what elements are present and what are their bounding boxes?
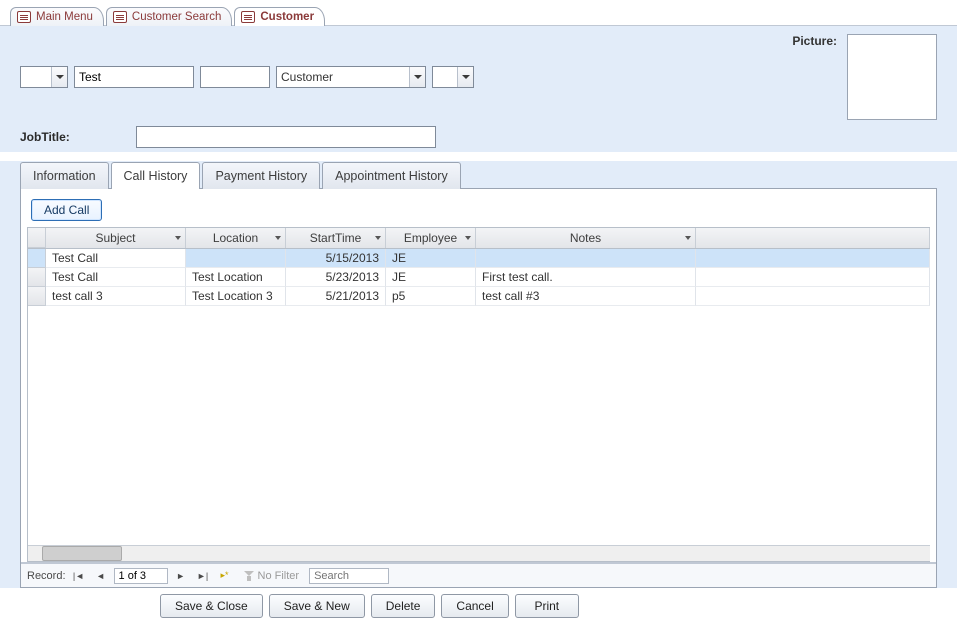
cell-employee[interactable]: p5 [386,287,476,306]
tab-main-menu[interactable]: Main Menu [10,7,104,26]
chevron-down-icon [409,67,425,87]
col-subject[interactable]: Subject [46,228,186,248]
tab-information[interactable]: Information [20,162,109,189]
col-location[interactable]: Location [186,228,286,248]
customer-form-header: Customer Picture: JobTitle: [0,26,957,153]
cell-starttime[interactable]: 5/23/2013 [286,268,386,287]
nav-prev-button[interactable]: ◄ [92,568,110,584]
col-starttime[interactable]: StartTime [286,228,386,248]
cell-subject[interactable]: Test Call [46,249,186,268]
tab-label: Customer [260,11,314,23]
chevron-down-icon [683,233,693,243]
scrollbar-thumb[interactable] [42,546,122,561]
jobtitle-field[interactable] [136,126,436,148]
col-employee[interactable]: Employee [386,228,476,248]
form-footer: Save & Close Save & New Delete Cancel Pr… [0,588,957,618]
record-label: Record: [27,570,66,582]
save-new-button[interactable]: Save & New [269,594,365,618]
form-icon [113,11,127,23]
add-call-button[interactable]: Add Call [31,199,102,221]
record-navigator: Record: |◄ ◄ ► ►| ▸* No Filter [21,563,936,587]
tab-label: Customer Search [132,11,221,23]
cell-location[interactable]: Test Location 3 [186,287,286,306]
tab-call-history[interactable]: Call History [111,162,201,189]
row-selector[interactable] [28,249,46,268]
cell-location[interactable] [186,249,286,268]
suffix-dropdown[interactable] [432,66,474,88]
calls-grid: Subject Location StartTime Employee Note… [27,227,930,562]
record-position-field[interactable] [114,568,168,584]
form-icon [17,11,31,23]
print-button[interactable]: Print [515,594,579,618]
chevron-down-icon [273,233,283,243]
detail-area: Information Call History Payment History… [0,161,957,588]
select-all-cell[interactable] [28,228,46,248]
cell-employee[interactable]: JE [386,249,476,268]
grid-body[interactable]: Test Call 5/15/2013 JE Test Call Test Lo… [28,249,930,545]
funnel-icon [244,571,254,581]
window-tabs: Main Menu Customer Search Customer [0,0,957,26]
cell-employee[interactable]: JE [386,268,476,287]
cell-location[interactable]: Test Location [186,268,286,287]
chevron-down-icon [51,67,67,87]
cell-starttime[interactable]: 5/15/2013 [286,249,386,268]
row-selector[interactable] [28,268,46,287]
call-history-panel: Add Call Subject Location StartTime Empl… [20,188,937,588]
record-search-field[interactable] [309,568,389,584]
cancel-button[interactable]: Cancel [441,594,508,618]
chevron-down-icon [173,233,183,243]
title-prefix-dropdown[interactable] [20,66,68,88]
cell-starttime[interactable]: 5/21/2013 [286,287,386,306]
save-close-button[interactable]: Save & Close [160,594,263,618]
table-row[interactable]: Test Call Test Location 5/23/2013 JE Fir… [28,268,930,287]
tab-customer[interactable]: Customer [234,7,325,26]
tab-payment-history[interactable]: Payment History [202,162,320,189]
col-notes[interactable]: Notes [476,228,696,248]
tab-label: Main Menu [36,11,93,23]
nav-first-button[interactable]: |◄ [70,568,88,584]
nav-next-button[interactable]: ► [172,568,190,584]
tab-customer-search[interactable]: Customer Search [106,7,232,26]
nav-new-button[interactable]: ▸* [216,568,234,584]
grid-header: Subject Location StartTime Employee Note… [28,228,930,249]
horizontal-scrollbar[interactable] [28,545,930,561]
nav-last-button[interactable]: ►| [194,568,212,584]
chevron-down-icon [457,67,473,87]
jobtitle-label: JobTitle: [20,130,70,144]
cell-blank [696,268,930,287]
form-icon [241,11,255,23]
cell-subject[interactable]: test call 3 [46,287,186,306]
chevron-down-icon [373,233,383,243]
cell-notes[interactable]: test call #3 [476,287,696,306]
picture-label: Picture: [792,34,837,48]
middle-name-field[interactable] [200,66,270,88]
table-row[interactable]: Test Call 5/15/2013 JE [28,249,930,268]
picture-box[interactable] [847,34,937,120]
last-name-dropdown[interactable]: Customer [276,66,426,88]
cell-subject[interactable]: Test Call [46,268,186,287]
no-filter-indicator[interactable]: No Filter [244,570,300,582]
row-selector[interactable] [28,287,46,306]
table-row[interactable]: test call 3 Test Location 3 5/21/2013 p5… [28,287,930,306]
chevron-down-icon [463,233,473,243]
cell-notes[interactable]: First test call. [476,268,696,287]
cell-blank [696,249,930,268]
cell-blank [696,287,930,306]
col-blank [696,228,930,248]
detail-tabs: Information Call History Payment History… [20,161,937,188]
tab-appointment-history[interactable]: Appointment History [322,162,461,189]
cell-notes[interactable] [476,249,696,268]
first-name-field[interactable] [74,66,194,88]
delete-button[interactable]: Delete [371,594,436,618]
